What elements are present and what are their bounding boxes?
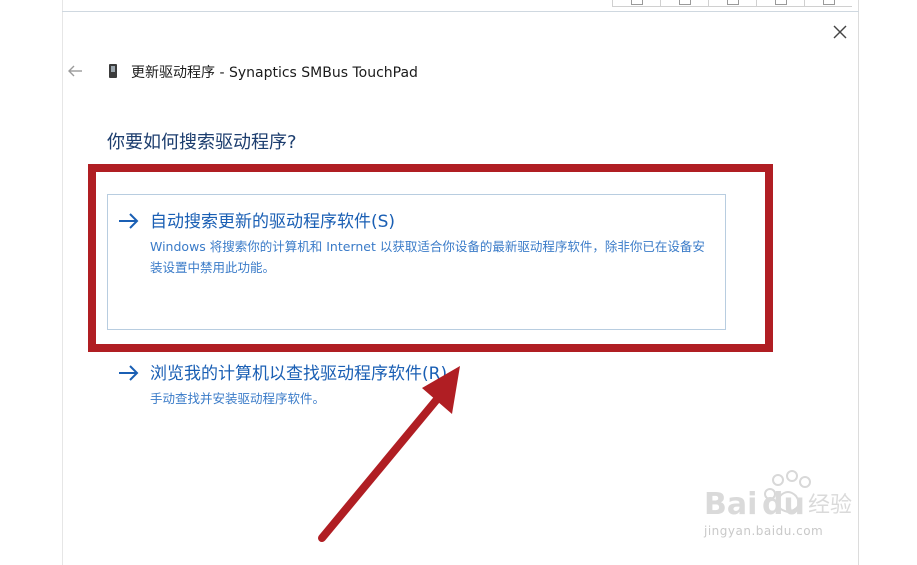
browse-computer-option-title[interactable]: 浏览我的计算机以查找驱动程序软件(R): [150, 359, 447, 384]
search-question-heading: 你要如何搜索驱动程序?: [107, 132, 297, 153]
toolbar-button-3[interactable]: [708, 0, 756, 7]
auto-search-option-title[interactable]: 自动搜索更新的驱动程序软件(S): [150, 207, 395, 232]
arrow-right-icon: [119, 365, 139, 381]
back-button[interactable]: [64, 60, 86, 82]
toolbar-button-2[interactable]: [660, 0, 708, 7]
screenshot-stage: 更新驱动程序 - Synaptics SMBus TouchPad 你要如何搜索…: [0, 0, 917, 565]
top-toolbar-strip: [612, 0, 858, 8]
baidu-watermark-url: jingyan.baidu.com: [704, 524, 824, 538]
toolbar-button-1[interactable]: [612, 0, 660, 7]
frame-top-edge: [62, 11, 859, 12]
window-title: 更新驱动程序 - Synaptics SMBus TouchPad: [131, 65, 418, 81]
frame-right-edge: [858, 0, 859, 565]
arrow-right-icon: [119, 213, 139, 229]
svg-text:经验: 经验: [808, 493, 852, 518]
auto-search-option-description: Windows 将搜索你的计算机和 Internet 以获取适合你设备的最新驱动…: [150, 239, 705, 275]
svg-text:du: du: [762, 487, 805, 522]
close-button[interactable]: [828, 20, 852, 44]
device-icon: [109, 64, 117, 78]
frame-left-edge: [62, 0, 63, 565]
back-arrow-icon: [68, 65, 82, 77]
browse-computer-option-description: 手动查找并安装驱动程序软件。: [150, 391, 326, 406]
toolbar-button-4[interactable]: [756, 0, 804, 7]
toolbar-button-5[interactable]: [804, 0, 852, 7]
close-icon: [833, 25, 847, 39]
svg-text:Bai: Bai: [704, 487, 757, 522]
